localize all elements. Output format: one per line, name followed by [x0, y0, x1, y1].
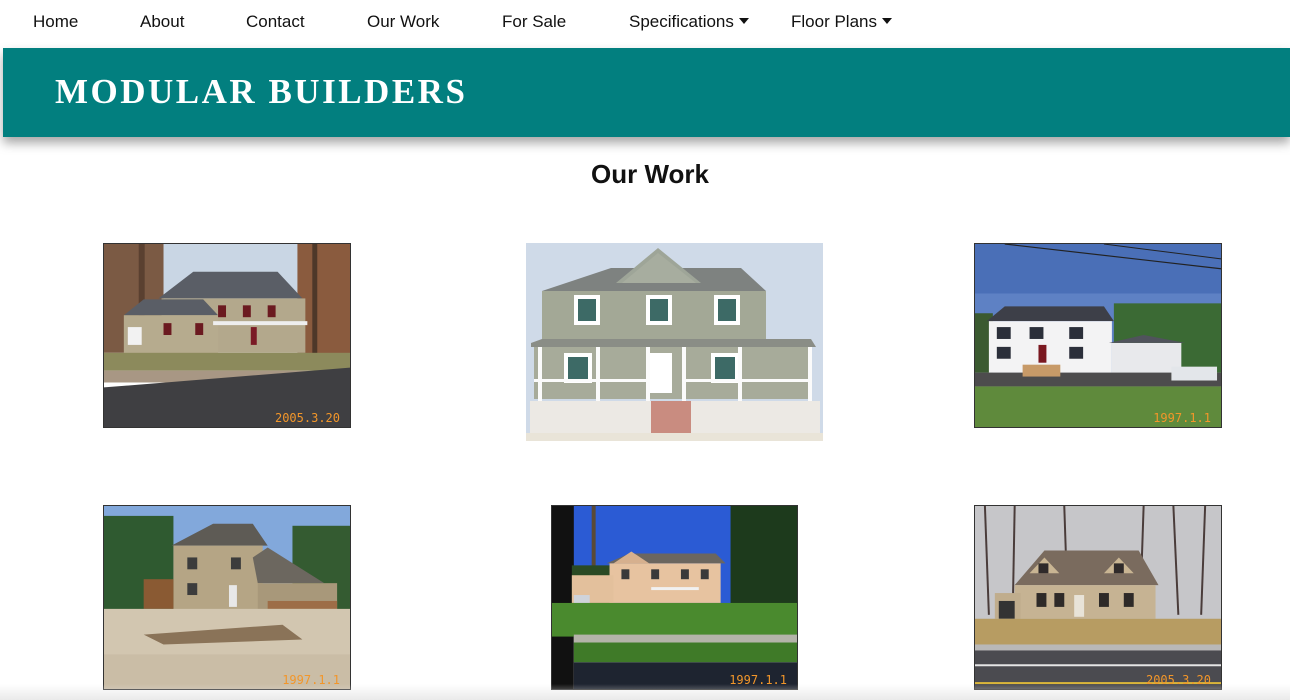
house-photo-3[interactable]: 1997.1.1 — [974, 243, 1222, 428]
nav-specifications-label: Specifications — [629, 12, 734, 31]
house-photo-4[interactable]: 1997.1.1 — [103, 505, 351, 690]
caret-down-icon — [738, 18, 749, 24]
page-title: Our Work — [591, 159, 709, 189]
nav-home-link[interactable]: Home — [33, 12, 78, 32]
nav-our-work-link[interactable]: Our Work — [367, 12, 439, 32]
site-banner: MODULAR BUILDERS — [3, 48, 1290, 137]
nav-floor-plans-dropdown[interactable]: Floor Plans — [791, 12, 892, 32]
house-photo-1[interactable]: 2005.3.20 — [103, 243, 351, 428]
site-title: MODULAR BUILDERS — [55, 72, 468, 111]
nav-for-sale-link[interactable]: For Sale — [502, 12, 566, 32]
house-photo-6[interactable]: 2005.3.20 — [974, 505, 1222, 690]
photo-date-stamp: 2005.3.20 — [274, 411, 340, 425]
nav-about-link[interactable]: About — [140, 12, 184, 32]
nav-contact-link[interactable]: Contact — [246, 12, 305, 32]
photo-date-stamp: 1997.1.1 — [282, 673, 340, 687]
nav-specifications-dropdown[interactable]: Specifications — [629, 12, 749, 32]
top-nav: Home About Contact Our Work For Sale Spe… — [0, 0, 1290, 46]
photo-date-stamp: 1997.1.1 — [1153, 411, 1211, 425]
photo-date-stamp: 2005.3.20 — [1145, 673, 1211, 687]
house-photo-2[interactable] — [526, 243, 823, 441]
caret-down-icon — [881, 18, 892, 24]
house-photo-5[interactable]: 1997.1.1 — [551, 505, 798, 690]
nav-floor-plans-label: Floor Plans — [791, 12, 877, 31]
photo-date-stamp: 1997.1.1 — [729, 673, 787, 687]
